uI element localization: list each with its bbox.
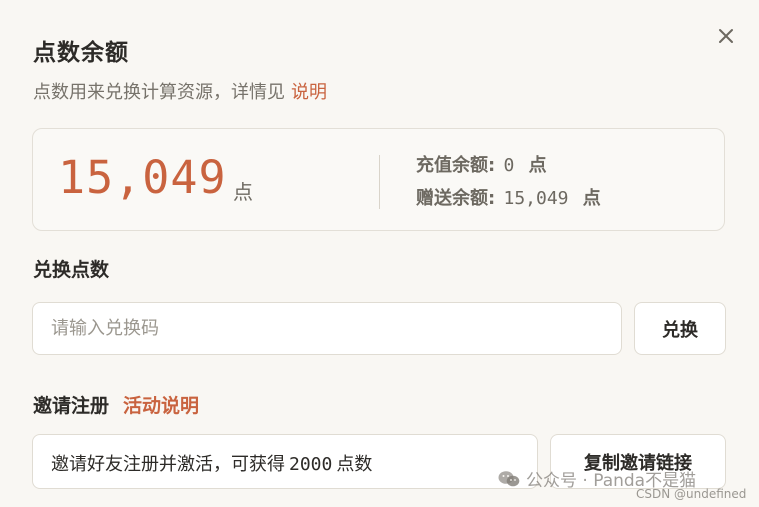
invite-description: 邀请好友注册并激活，可获得 2000 点数	[32, 434, 538, 489]
dialog-subtitle: 点数用来兑换计算资源，详情见 说明	[33, 78, 327, 104]
recharge-balance-label: 充值余额:	[416, 155, 496, 176]
invite-text-before: 邀请好友注册并激活，可获得	[51, 454, 285, 475]
points-balance-dialog: 点数余额 点数用来兑换计算资源，详情见 说明 15,049 点 充值余额: 0 点…	[0, 0, 759, 507]
csdn-watermark: CSDN @undefined	[636, 487, 747, 501]
redeem-code-input[interactable]	[32, 302, 622, 355]
recharge-balance-row: 充值余额: 0 点	[416, 151, 547, 177]
gift-balance-value: 15,049	[503, 188, 569, 209]
total-points: 15,049	[58, 151, 227, 204]
balance-card: 15,049 点 充值余额: 0 点 赠送余额: 15,049 点	[32, 128, 725, 231]
explanation-link[interactable]: 说明	[291, 82, 327, 103]
total-points-unit: 点	[233, 180, 253, 204]
recharge-balance-unit: 点	[528, 155, 547, 176]
dialog-title: 点数余额	[33, 40, 129, 66]
gift-balance-label: 赠送余额:	[416, 188, 496, 209]
wechat-icon	[498, 470, 520, 486]
redeem-section-title: 兑换点数	[33, 259, 110, 281]
invite-section-title: 邀请注册	[33, 395, 110, 417]
gift-balance-row: 赠送余额: 15,049 点	[416, 184, 601, 210]
invite-section-header: 邀请注册 活动说明	[33, 391, 199, 418]
gift-balance-unit: 点	[582, 188, 601, 209]
balance-divider	[379, 155, 380, 209]
activity-explanation-link[interactable]: 活动说明	[123, 395, 199, 417]
invite-text-after: 点数	[336, 454, 373, 475]
subtitle-text: 点数用来兑换计算资源，详情见	[33, 82, 285, 103]
invite-points: 2000	[289, 454, 333, 475]
close-icon[interactable]	[712, 22, 740, 50]
redeem-button[interactable]: 兑换	[634, 302, 726, 355]
recharge-balance-value: 0	[503, 155, 515, 176]
